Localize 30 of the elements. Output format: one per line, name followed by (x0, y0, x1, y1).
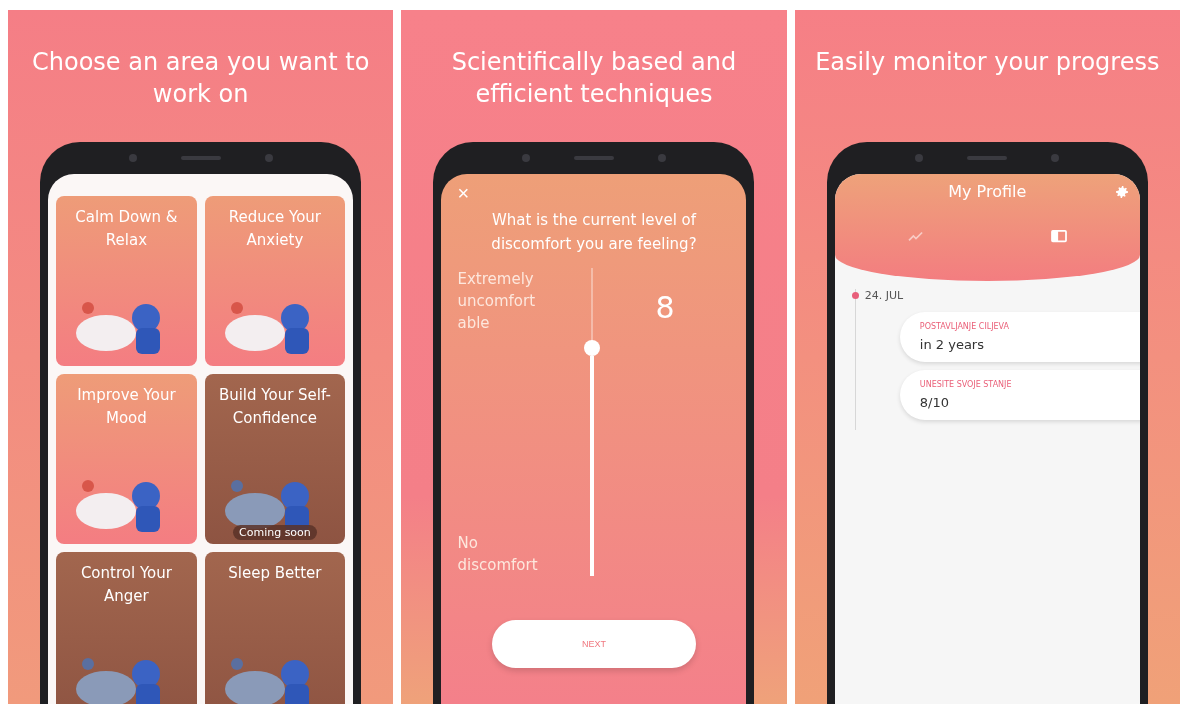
entry-date: 24. JUL (864, 289, 904, 302)
sensor-icon (1051, 154, 1060, 162)
coming-soon-label: Coming soon (233, 525, 317, 540)
camera-icon (915, 154, 924, 162)
slider-thumb[interactable] (584, 340, 601, 357)
headline: Easily monitor your progress (814, 47, 1161, 78)
entry-value: in 2 years (919, 337, 985, 352)
area-card[interactable]: Control Your Anger (56, 552, 197, 704)
sensor-icon (658, 154, 666, 162)
min-label: No discomfort (457, 533, 539, 576)
journal-entry-card[interactable]: UNESITE SVOJE STANJE 8/10 (899, 370, 1140, 420)
entry-label: POSTAVLJANJE CILJEVA (919, 322, 1011, 331)
camera-icon (522, 154, 530, 162)
camera-icon (128, 154, 137, 162)
headline: Scientifically based and efficient techniques (450, 47, 738, 110)
journal-icon (1049, 229, 1068, 243)
headline: Choose an area you want to work on (31, 47, 371, 110)
slider-value: 8 (655, 290, 675, 327)
entry-label: UNESITE SVOJE STANJE (919, 380, 1013, 389)
area-card[interactable]: Sleep Better (204, 552, 346, 704)
journal-entry-card[interactable]: POSTAVLJANJE CILJEVA in 2 years (899, 312, 1140, 362)
question-text: What is the current level of discomfort you are feeling? (490, 210, 698, 255)
max-label: Extremely uncomfortable (457, 269, 537, 334)
entry-value: 8/10 (919, 395, 950, 410)
settings-icon[interactable] (1113, 184, 1130, 200)
area-card[interactable]: Build Your Self-Confidence Coming soon (204, 374, 346, 544)
next-button[interactable]: NEXT (492, 620, 696, 668)
timeline-dot (851, 292, 859, 299)
screen-title: My Profile (948, 182, 1027, 201)
sensor-icon (264, 154, 273, 162)
